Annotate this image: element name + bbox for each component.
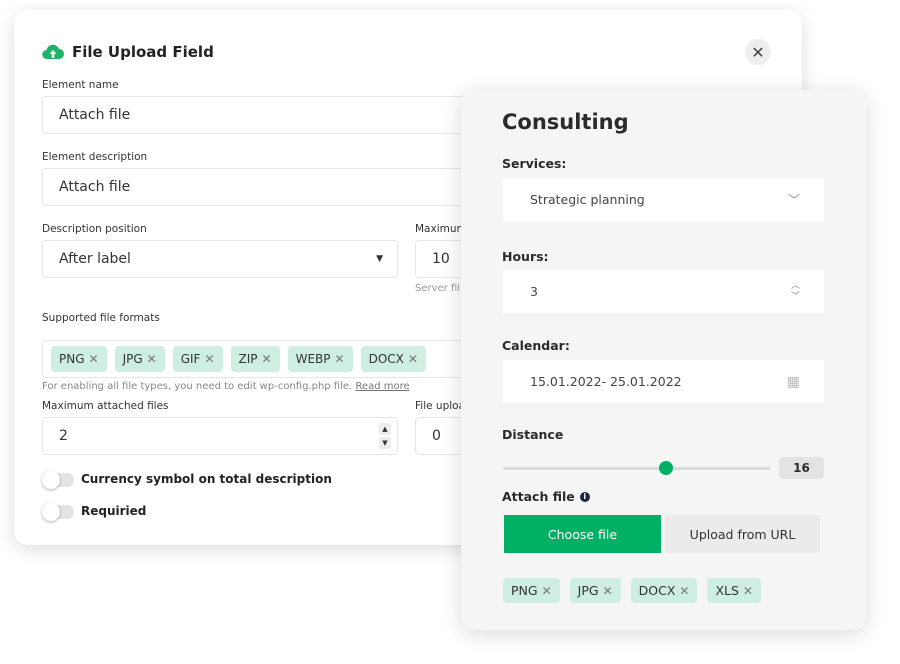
distance-value: 16 [779, 457, 824, 479]
attach-file-text: Attach file [502, 489, 575, 504]
tag-label: PNG [511, 583, 538, 598]
formats-tag-input[interactable]: PNG ✕ JPG ✕ GIF ✕ ZIP ✕ WEBP ✕ DOCX ✕ [42, 340, 502, 378]
formats-label: Supported file formats [42, 312, 160, 324]
server-hint: Server fil [415, 283, 461, 294]
increment-icon[interactable]: ▲ [379, 423, 391, 435]
remove-icon[interactable]: ✕ [89, 352, 99, 366]
hours-input[interactable]: 3 ︿ ﹀ [503, 270, 824, 313]
file-upload-label: File uploa [415, 400, 466, 412]
tag-label: GIF [180, 352, 201, 366]
format-tag[interactable]: DOCX ✕ [360, 346, 426, 372]
format-tag[interactable]: JPG ✕ [114, 346, 165, 372]
close-button[interactable]: ✕ [745, 39, 771, 65]
remove-icon[interactable]: ✕ [679, 584, 689, 598]
max-files-label: Maximum attached files [42, 400, 169, 412]
remove-icon[interactable]: ✕ [335, 352, 345, 366]
calendar-value: 15.01.2022- 25.01.2022 [530, 374, 682, 389]
tag-label: XLS [715, 583, 739, 598]
slider-thumb[interactable] [659, 461, 674, 475]
panel-title: File Upload Field [42, 43, 214, 61]
info-icon[interactable]: i [579, 491, 590, 502]
element-description-input[interactable]: Attach file [42, 168, 502, 206]
remove-icon[interactable]: ✕ [542, 584, 552, 598]
currency-toggle[interactable] [42, 471, 74, 489]
calendar-input[interactable]: 15.01.2022- 25.01.2022 ▦ [503, 360, 824, 403]
tag-label: DOCX [368, 352, 404, 366]
description-position-value: After label [59, 251, 131, 267]
tag-label: PNG [59, 352, 85, 366]
element-name-input[interactable]: Attach file [42, 96, 502, 134]
services-value: Strategic planning [530, 192, 645, 207]
format-tag[interactable]: ZIP ✕ [230, 346, 280, 372]
services-select[interactable]: Strategic planning ﹀ [503, 178, 824, 221]
remove-icon[interactable]: ✕ [204, 352, 214, 366]
format-tag[interactable]: JPG ✕ [569, 578, 621, 603]
remove-icon[interactable]: ✕ [147, 352, 157, 366]
max-files-input[interactable]: 2 ▲ ▼ [42, 417, 398, 455]
max-files-value: 2 [59, 428, 68, 444]
caret-down-icon: ▼ [376, 254, 383, 264]
close-icon: ✕ [751, 42, 765, 62]
format-tag[interactable]: GIF ✕ [172, 346, 223, 372]
format-tag[interactable]: PNG ✕ [503, 578, 560, 603]
attach-file-label: Attach file i [502, 489, 590, 504]
format-tag[interactable]: WEBP ✕ [287, 346, 353, 372]
description-position-label: Description position [42, 223, 147, 235]
upload-from-url-button[interactable]: Upload from URL [665, 515, 820, 553]
read-more-link[interactable]: Read more [355, 381, 409, 392]
tag-label: JPG [577, 583, 599, 598]
hours-label: Hours: [502, 249, 549, 264]
maximum-label: Maximun [415, 223, 464, 235]
tag-label: JPG [122, 352, 143, 366]
remove-icon[interactable]: ✕ [743, 584, 753, 598]
tag-label: WEBP [295, 352, 331, 366]
services-label: Services: [502, 156, 567, 171]
stepper[interactable]: ▲ ▼ [379, 423, 391, 449]
distance-slider[interactable] [503, 461, 771, 475]
required-toggle-label: Requiried [81, 504, 147, 518]
distance-label: Distance [502, 427, 564, 442]
decrement-icon[interactable]: ▼ [379, 437, 391, 449]
attach-formats: PNG ✕ JPG ✕ DOCX ✕ XLS ✕ [503, 578, 761, 603]
element-name-label: Element name [42, 79, 119, 91]
format-tag[interactable]: PNG ✕ [51, 346, 107, 372]
remove-icon[interactable]: ✕ [603, 584, 613, 598]
cloud-upload-icon [42, 44, 64, 60]
consulting-form-preview: Consulting Services: Strategic planning ﹀… [461, 90, 866, 630]
format-tag[interactable]: DOCX ✕ [630, 578, 698, 603]
stepper-icon[interactable]: ︿ ﹀ [791, 281, 800, 303]
panel-title-text: File Upload Field [72, 43, 214, 61]
tag-label: DOCX [638, 583, 676, 598]
remove-icon[interactable]: ✕ [408, 352, 418, 366]
formats-hint-text: For enabling all file types, you need to… [42, 381, 353, 392]
calendar-icon[interactable]: ▦ [787, 374, 800, 390]
hours-value: 3 [530, 284, 538, 299]
format-tag[interactable]: XLS ✕ [707, 578, 761, 603]
tag-label: ZIP [238, 352, 258, 366]
calendar-label: Calendar: [502, 338, 570, 353]
required-toggle[interactable] [42, 503, 74, 521]
description-position-select[interactable]: After label ▼ [42, 240, 398, 278]
chevron-down-icon: ﹀ [787, 193, 800, 207]
element-description-label: Element description [42, 151, 148, 163]
formats-hint: For enabling all file types, you need to… [42, 381, 410, 392]
currency-toggle-label: Currency symbol on total description [81, 472, 332, 486]
choose-file-button[interactable]: Choose file [504, 515, 661, 553]
remove-icon[interactable]: ✕ [262, 352, 272, 366]
form-title: Consulting [502, 110, 629, 134]
